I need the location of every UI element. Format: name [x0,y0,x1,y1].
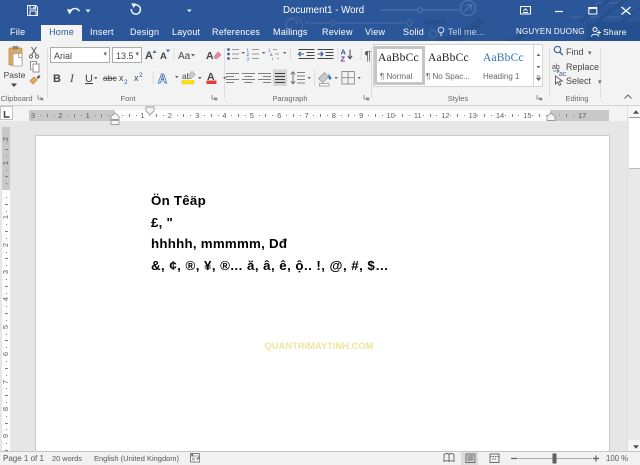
svg-text:ab: ab [552,64,560,71]
svg-text:2: 2 [139,72,143,79]
svg-text:I: I [69,73,75,85]
svg-text:2: 2 [124,79,128,86]
svg-text:U: U [85,73,93,85]
svg-text:i: i [272,57,273,62]
svg-text:A: A [145,50,153,62]
svg-text:Z: Z [341,55,346,64]
svg-text:A: A [206,50,214,62]
svg-text:A: A [158,72,167,86]
svg-text:A: A [160,51,167,62]
svg-text:3: 3 [247,57,250,62]
svg-text:Aa: Aa [178,51,191,62]
svg-text:B: B [53,73,61,85]
svg-text:¶: ¶ [365,49,372,63]
svg-text:abc: abc [103,73,117,83]
